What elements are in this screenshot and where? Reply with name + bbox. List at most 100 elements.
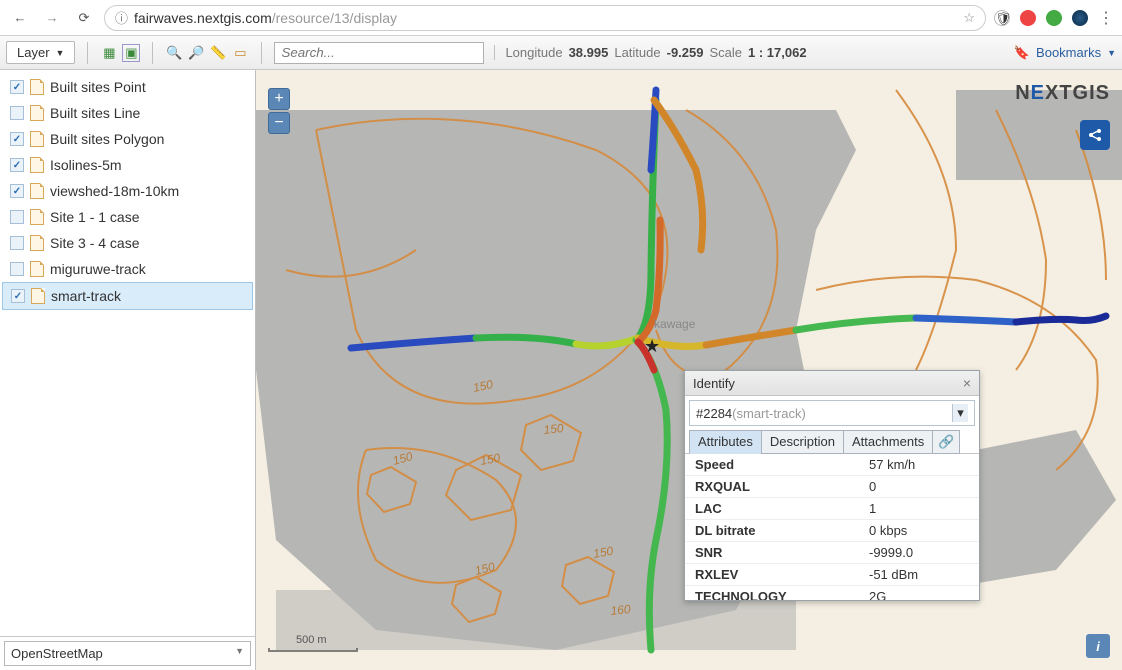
attribute-row: Speed57 km/h	[685, 454, 979, 476]
chevron-down-icon: ▼	[1107, 48, 1116, 58]
share-button[interactable]	[1080, 120, 1110, 150]
chevron-down-icon: ▼	[56, 48, 65, 58]
map[interactable]: ★ kawage 150 150 150 150 150 150 160 + −…	[256, 70, 1122, 670]
layer-label: Site 1 - 1 case	[50, 209, 140, 225]
back-button[interactable]: ←	[8, 6, 32, 30]
shield-icon[interactable]: 🛡	[994, 10, 1010, 26]
attr-key: SNR	[695, 545, 869, 560]
measure-line-icon[interactable]: 📏	[209, 44, 227, 62]
green-ext-icon[interactable]	[1046, 10, 1062, 26]
bookmarks-label: Bookmarks	[1036, 45, 1101, 60]
attribute-row: TECHNOLOGY2G	[685, 586, 979, 600]
menu-icon[interactable]: ⋮	[1098, 8, 1114, 28]
identify-header[interactable]: Identify ×	[685, 371, 979, 396]
layer-item[interactable]: smart-track	[2, 282, 253, 310]
svg-text:160: 160	[610, 602, 632, 618]
document-icon	[30, 131, 44, 147]
nextgis-logo: NEXTGIS	[1015, 82, 1110, 105]
place-label: kawage	[654, 317, 696, 331]
checkbox[interactable]	[10, 262, 24, 276]
info-button[interactable]: i	[1086, 634, 1110, 658]
document-icon	[30, 79, 44, 95]
layer-label: smart-track	[51, 288, 121, 304]
tab-attachments[interactable]: Attachments	[843, 430, 933, 454]
attr-key: LAC	[695, 501, 869, 516]
attribute-row: RXLEV-51 dBm	[685, 564, 979, 586]
tab-link-icon[interactable]: 🔗	[932, 430, 960, 454]
zoom-in-button[interactable]: +	[268, 88, 290, 110]
attr-value: 0 kbps	[869, 523, 969, 538]
extension-icons: 🛡 ⋮	[994, 8, 1114, 28]
checkbox[interactable]	[10, 106, 24, 120]
select-box-icon[interactable]: ▣	[122, 44, 140, 62]
layer-label: Built sites Polygon	[50, 131, 164, 147]
chevron-down-icon: ▼	[235, 646, 244, 661]
basemap-selector[interactable]: OpenStreetMap ▼	[4, 641, 251, 666]
attr-value: -51 dBm	[869, 567, 969, 582]
identify-feature-select[interactable]: #2284 (smart-track) ▾	[689, 400, 975, 426]
checkbox[interactable]	[10, 210, 24, 224]
attr-key: RXQUAL	[695, 479, 869, 494]
basemap-selector-wrap: OpenStreetMap ▼	[0, 636, 255, 670]
zoom-control: + −	[268, 88, 290, 136]
zoom-out-button[interactable]: −	[268, 112, 290, 134]
layer-list: Built sites Point Built sites Line Built…	[0, 70, 255, 636]
blue-ext-icon[interactable]	[1072, 10, 1088, 26]
scale-text: 500 m	[296, 634, 386, 646]
layer-item[interactable]: Built sites Line	[2, 100, 253, 126]
checkbox[interactable]	[10, 184, 24, 198]
layer-label: Built sites Point	[50, 79, 146, 95]
identify-tabs: Attributes Description Attachments 🔗	[689, 430, 975, 454]
layer-item[interactable]: miguruwe-track	[2, 256, 253, 282]
scale-bar: 500 m	[268, 636, 358, 652]
close-icon[interactable]: ×	[963, 375, 971, 391]
attr-value: -9999.0	[869, 545, 969, 560]
bookmarks-dropdown[interactable]: 🔖 Bookmarks ▼	[1014, 45, 1116, 61]
svg-text:150: 150	[543, 421, 565, 437]
coordinates: Longitude 38.995 Latitude -9.259 Scale 1…	[494, 45, 806, 60]
attr-value: 1	[869, 501, 969, 516]
zoom-out-icon[interactable]: 🔎	[187, 44, 205, 62]
reload-button[interactable]: ⟳	[72, 6, 96, 30]
layer-label: Isolines-5m	[50, 157, 122, 173]
layer-dropdown[interactable]: Layer ▼	[6, 41, 75, 64]
url-text: fairwaves.nextgis.com/resource/13/displa…	[134, 10, 957, 26]
document-icon	[30, 235, 44, 251]
checkbox[interactable]	[10, 158, 24, 172]
attribute-row: RXQUAL0	[685, 476, 979, 498]
identify-title: Identify	[693, 376, 735, 391]
attribute-row: LAC1	[685, 498, 979, 520]
tab-attributes[interactable]: Attributes	[689, 430, 762, 454]
opera-icon[interactable]	[1020, 10, 1036, 26]
checkbox[interactable]	[10, 236, 24, 250]
layer-item[interactable]: Site 1 - 1 case	[2, 204, 253, 230]
document-icon	[30, 183, 44, 199]
attr-key: RXLEV	[695, 567, 869, 582]
layer-item[interactable]: Built sites Polygon	[2, 126, 253, 152]
search-input[interactable]	[274, 42, 484, 64]
checkbox[interactable]	[10, 80, 24, 94]
sidebar: Built sites Point Built sites Line Built…	[0, 70, 256, 670]
forward-button[interactable]: →	[40, 6, 64, 30]
document-icon	[30, 105, 44, 121]
select-all-icon[interactable]: ▦	[100, 44, 118, 62]
document-icon	[31, 288, 45, 304]
checkbox[interactable]	[10, 132, 24, 146]
checkbox[interactable]	[11, 289, 25, 303]
info-icon: ⓘ	[115, 8, 128, 27]
measure-area-icon[interactable]: ▭	[231, 44, 249, 62]
attr-key: Speed	[695, 457, 869, 472]
basemap-label: OpenStreetMap	[11, 646, 103, 661]
star-icon[interactable]: ☆	[963, 10, 975, 26]
url-bar[interactable]: ⓘ fairwaves.nextgis.com/resource/13/disp…	[104, 5, 986, 31]
tab-description[interactable]: Description	[761, 430, 844, 454]
layer-item[interactable]: Site 3 - 4 case	[2, 230, 253, 256]
layer-item[interactable]: Isolines-5m	[2, 152, 253, 178]
layer-item[interactable]: viewshed-18m-10km	[2, 178, 253, 204]
layer-dropdown-label: Layer	[17, 45, 50, 60]
browser-toolbar: ← → ⟳ ⓘ fairwaves.nextgis.com/resource/1…	[0, 0, 1122, 36]
layer-label: viewshed-18m-10km	[50, 183, 179, 199]
layer-label: miguruwe-track	[50, 261, 146, 277]
zoom-in-icon[interactable]: 🔍	[165, 44, 183, 62]
layer-item[interactable]: Built sites Point	[2, 74, 253, 100]
